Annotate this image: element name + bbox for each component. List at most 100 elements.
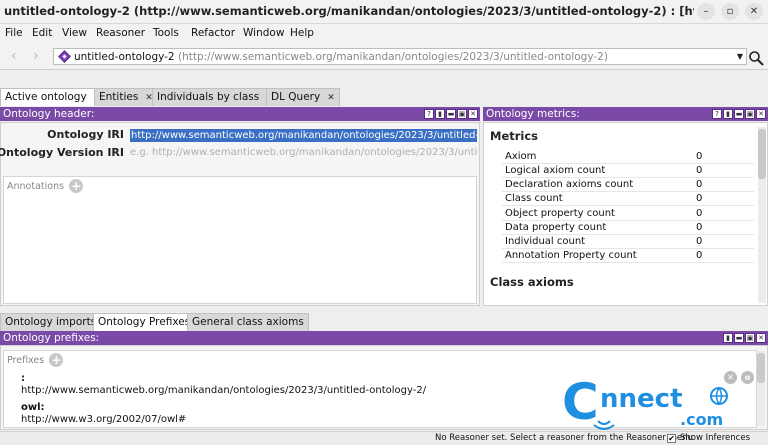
metric-name: Declaration axioms count (505, 179, 634, 190)
show-inferences-checkbox[interactable]: ✔ (667, 434, 676, 443)
close-view-icon[interactable]: ✕ (468, 109, 478, 119)
prefix-iri[interactable]: http://www.w3.org/2002/07/owl# (21, 414, 186, 425)
metric-row: Logical axiom count 0 (502, 164, 754, 178)
ontology-iri-field[interactable]: http://www.semanticweb.org/manikandan/on… (130, 129, 477, 142)
metric-row: Declaration axioms count 0 (502, 178, 754, 192)
tab-dl-query[interactable]: DL Query ✕ (266, 88, 340, 106)
search-icon[interactable] (748, 50, 764, 66)
tab-ontology-prefixes[interactable]: Ontology Prefixes (93, 313, 196, 331)
ontology-selector[interactable]: untitled-ontology-2 (http://www.semantic… (53, 48, 747, 65)
prefix-name[interactable]: : (21, 373, 25, 384)
window-title: untitled-ontology-2 (http://www.semantic… (4, 4, 694, 18)
ontology-prefixes-title: Ontology prefixes: (3, 332, 100, 344)
edit-prefix-icon[interactable]: o (741, 371, 754, 384)
prefix-name[interactable]: owl: (21, 402, 45, 413)
metric-name: Data property count (505, 222, 607, 233)
ontology-selector-bar: ‹ › untitled-ontology-2 (http://www.sema… (0, 44, 768, 70)
ontology-metrics-panel: Metrics Axiom 0 Logical axiom count 0 Decl… (483, 122, 768, 306)
logo-word: nnect (600, 384, 683, 414)
pin-icon[interactable]: ▮ (435, 109, 445, 119)
scrollbar-thumb[interactable] (757, 353, 765, 383)
metric-name: Annotation Property count (505, 250, 637, 261)
ontology-selector-label: untitled-ontology-2 (http://www.semantic… (74, 51, 608, 63)
float-view-icon[interactable]: ▣ (457, 109, 467, 119)
class-axioms-heading: Class axioms (490, 275, 574, 289)
show-inferences-label[interactable]: Show Inferences (680, 433, 750, 443)
back-button[interactable]: ‹ (11, 48, 17, 64)
ontology-version-iri-field[interactable]: e.g. http://www.semanticweb.org/manikand… (130, 147, 478, 158)
ontology-metrics-titlebar: Ontology metrics: ? ▮ ▬ ▣ ✕ (483, 107, 768, 121)
menu-file[interactable]: File (5, 27, 23, 39)
tab-individuals-by-class[interactable]: Individuals by class✕ (152, 88, 279, 106)
main-tab-bar: Active ontology✕ Entities✕ Individuals b… (0, 86, 768, 106)
ontology-metrics-title: Ontology metrics: (486, 108, 580, 120)
help-icon[interactable]: ? (712, 109, 722, 119)
metric-name: Individual count (505, 236, 586, 247)
tab-general-class-axioms[interactable]: General class axioms (187, 313, 309, 331)
menu-edit[interactable]: Edit (32, 27, 52, 39)
metric-value: 0 (696, 208, 703, 219)
menu-reasoner[interactable]: Reasoner (96, 27, 145, 39)
metric-row: Object property count 0 (502, 207, 754, 221)
menu-help[interactable]: Help (290, 27, 314, 39)
metric-name: Axiom (505, 151, 537, 162)
logo-suffix: .com (680, 410, 723, 429)
menu-refactor[interactable]: Refactor (191, 27, 235, 39)
title-bar: untitled-ontology-2 (http://www.semantic… (0, 0, 768, 24)
metric-row: Axiom 0 (502, 150, 754, 164)
metric-name: Object property count (505, 208, 615, 219)
annotations-label: Annotations (7, 181, 65, 192)
menu-bar: File Edit View Reasoner Tools Refactor W… (0, 24, 768, 44)
menu-tools[interactable]: Tools (153, 27, 179, 39)
metric-value: 0 (696, 193, 703, 204)
metric-row: Class count 0 (502, 192, 754, 206)
add-annotation-button[interactable]: + (69, 179, 84, 193)
close-view-icon[interactable]: ✕ (756, 333, 766, 343)
pin-icon[interactable]: ▮ (723, 333, 733, 343)
float-view-icon[interactable]: ▣ (745, 333, 755, 343)
maximize-button[interactable]: ▫ (721, 3, 739, 20)
pin-icon[interactable]: ▮ (723, 109, 733, 119)
connect-logo: C nnect .com (562, 373, 728, 431)
ontology-prefixes-titlebar: Ontology prefixes: ▮ ▬ ▣ ✕ (0, 331, 768, 345)
prefix-iri[interactable]: http://www.semanticweb.org/manikandan/on… (21, 385, 426, 396)
metric-row: Data property count 0 (502, 221, 754, 235)
metrics-heading: Metrics (490, 129, 539, 143)
minimize-view-icon[interactable]: ▬ (734, 333, 744, 343)
status-bar: No Reasoner set. Select a reasoner from … (0, 431, 768, 445)
reasoner-status: No Reasoner set. Select a reasoner from … (435, 433, 693, 443)
chevron-down-icon[interactable]: ▼ (737, 52, 743, 61)
ontology-version-iri-label: Ontology Version IRI (0, 146, 124, 159)
tab-entities[interactable]: Entities ✕ (94, 88, 158, 106)
metric-value: 0 (696, 236, 703, 247)
add-prefix-button[interactable]: + (49, 353, 64, 367)
tab-active-ontology[interactable]: Active ontology✕ (0, 88, 107, 106)
metric-name: Class count (505, 193, 563, 204)
prefixes-label: Prefixes (7, 355, 45, 366)
menu-window[interactable]: Window (243, 27, 284, 39)
annotations-list: Annotations + (3, 176, 477, 304)
menu-view[interactable]: View (62, 27, 87, 39)
metrics-scrollbar[interactable] (758, 127, 766, 303)
ontology-iri-label: Ontology IRI (47, 128, 124, 141)
scrollbar-thumb[interactable] (758, 129, 766, 179)
metric-value: 0 (696, 179, 703, 190)
close-view-icon[interactable]: ✕ (756, 109, 766, 119)
forward-button[interactable]: › (33, 48, 39, 64)
lower-tab-bar: Ontology imports Ontology Prefixes Gener… (0, 312, 768, 331)
prefixes-scrollbar[interactable] (757, 351, 765, 426)
metric-row: Annotation Property count 0 (502, 249, 754, 263)
ontology-header-title: Ontology header: (3, 108, 95, 120)
help-icon[interactable]: ? (424, 109, 434, 119)
minimize-view-icon[interactable]: ▬ (734, 109, 744, 119)
close-icon[interactable]: ✕ (327, 93, 335, 103)
tab-ontology-imports[interactable]: Ontology imports (0, 313, 102, 331)
float-view-icon[interactable]: ▣ (745, 109, 755, 119)
metric-value: 0 (696, 151, 703, 162)
metric-value: 0 (696, 250, 703, 261)
metric-value: 0 (696, 222, 703, 233)
logo-letter-c: C (562, 373, 599, 431)
minimize-view-icon[interactable]: ▬ (446, 109, 456, 119)
close-window-button[interactable]: ✕ (745, 3, 763, 20)
minimize-button[interactable]: – (697, 3, 715, 20)
